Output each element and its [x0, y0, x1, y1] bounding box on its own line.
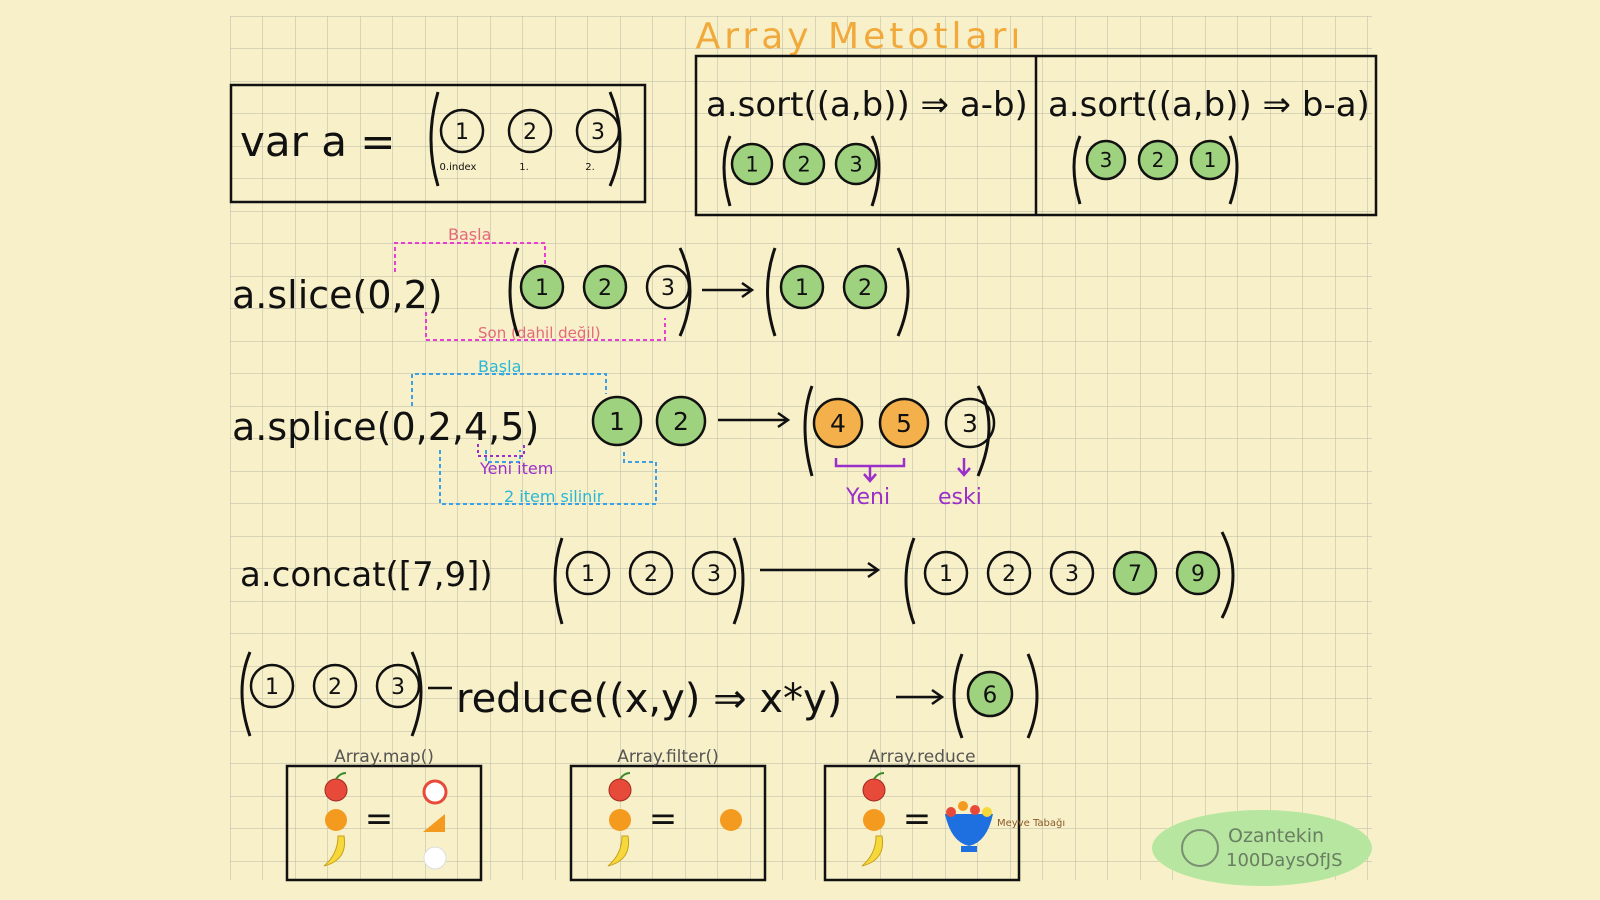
orange-icon — [325, 809, 347, 831]
splice-output-item: 4 — [812, 397, 864, 449]
var-declaration-text: var a = — [240, 117, 396, 166]
number-label: 1 — [939, 562, 953, 587]
sliced-apple-icon — [422, 779, 448, 805]
splice-removed-item: 2 — [655, 395, 707, 447]
number-label: 5 — [896, 409, 912, 438]
number-label: 3 — [849, 153, 862, 177]
number-label: 2 — [523, 120, 537, 145]
number-label: 7 — [1128, 562, 1142, 587]
splice-old-label: eski — [938, 485, 982, 510]
number-label: 2 — [598, 276, 612, 301]
sort-asc-item: 3 — [834, 142, 878, 186]
number-label: 1 — [265, 675, 279, 700]
orange-icon — [863, 809, 885, 831]
index-label: 2. — [585, 162, 595, 173]
slice-end-label: Son (dahil değil) — [478, 324, 601, 342]
slice-code: a.slice(0,2) — [232, 273, 443, 317]
sort-desc-item: 1 — [1189, 139, 1231, 181]
signature-name: Ozantekin — [1228, 825, 1324, 847]
orange-icon — [609, 809, 631, 831]
sort-asc-code: a.sort((a,b)) ⇒ a-b) — [706, 85, 1028, 125]
number-label: 1 — [1204, 148, 1217, 172]
panel-title: Array.map() — [334, 747, 434, 767]
reduce-code: reduce((x,y) ⇒ x*y) — [456, 676, 842, 722]
number-label: 1 — [581, 562, 595, 587]
sliced-banana-icon — [423, 846, 447, 870]
number-label: 3 — [661, 276, 675, 301]
equals-sign: = — [903, 799, 932, 839]
slice-output-item: 1 — [779, 264, 825, 310]
splice-removed-item: 1 — [591, 395, 643, 447]
splice-start-label: Başla — [478, 357, 521, 376]
number-label: 2 — [328, 675, 342, 700]
number-label: 2 — [1002, 562, 1016, 587]
number-label: 2 — [673, 407, 689, 436]
slice-input-item: 2 — [582, 264, 628, 310]
signature-tag: 100DaysOfJS — [1226, 850, 1343, 871]
orange-icon — [720, 809, 742, 831]
reduce-output-item: 6 — [966, 670, 1014, 718]
number-label: 4 — [830, 409, 846, 438]
apple-icon — [862, 778, 886, 802]
slice-start-label: Başla — [448, 225, 491, 244]
number-label: 3 — [962, 409, 978, 438]
splice-code: a.splice(0,2,4,5) — [232, 405, 539, 449]
number-label: 3 — [1065, 562, 1079, 587]
page-title: Array Metotları — [696, 16, 1025, 57]
number-label: 2 — [858, 276, 872, 301]
sort-asc-item: 2 — [782, 142, 826, 186]
diagram-canvas: Array Metotları var a = 1 2 3 0.index 1. 2. a… — [229, 16, 1378, 886]
number-label: 3 — [591, 120, 605, 145]
number-label: 3 — [1100, 148, 1113, 172]
number-label: 3 — [391, 675, 405, 700]
splice-new-items-label: Yeni item — [479, 459, 553, 478]
apple-icon — [608, 778, 632, 802]
number-label: 2 — [797, 153, 810, 177]
number-label: 2 — [644, 562, 658, 587]
number-label: 1 — [795, 276, 809, 301]
number-label: 1 — [745, 153, 758, 177]
equals-sign: = — [649, 799, 678, 839]
number-label: 9 — [1191, 562, 1205, 587]
sort-desc-item: 2 — [1137, 139, 1179, 181]
slice-input-item: 1 — [519, 264, 565, 310]
number-label: 6 — [983, 682, 998, 708]
signature-badge: Ozantekin 100DaysOfJS — [1152, 810, 1372, 886]
sort-desc-item: 3 — [1085, 139, 1127, 181]
number-label: 1 — [609, 407, 625, 436]
splice-removed-label: 2 item silinir — [504, 487, 604, 506]
sort-asc-item: 1 — [730, 142, 774, 186]
number-label: 1 — [535, 276, 549, 301]
number-label: 3 — [707, 562, 721, 587]
splice-output-item: 5 — [878, 397, 930, 449]
bowl-label: Meyve Tabağı — [997, 817, 1065, 829]
concat-output-item: 9 — [1175, 550, 1221, 596]
splice-new-label: Yeni — [845, 485, 890, 510]
apple-icon — [324, 778, 348, 802]
panel-title: Array.filter() — [617, 747, 719, 767]
slice-output-item: 2 — [842, 264, 888, 310]
concat-code: a.concat([7,9]) — [240, 555, 493, 595]
concat-output-item: 7 — [1112, 550, 1158, 596]
index-label: 1. — [519, 162, 529, 173]
panel-title: Array.reduce — [868, 747, 975, 767]
equals-sign: = — [365, 799, 394, 839]
number-label: 1 — [455, 120, 469, 145]
index-label: 0.index — [440, 162, 477, 173]
number-label: 2 — [1152, 148, 1165, 172]
sort-desc-code: a.sort((a,b)) ⇒ b-a) — [1048, 85, 1370, 125]
